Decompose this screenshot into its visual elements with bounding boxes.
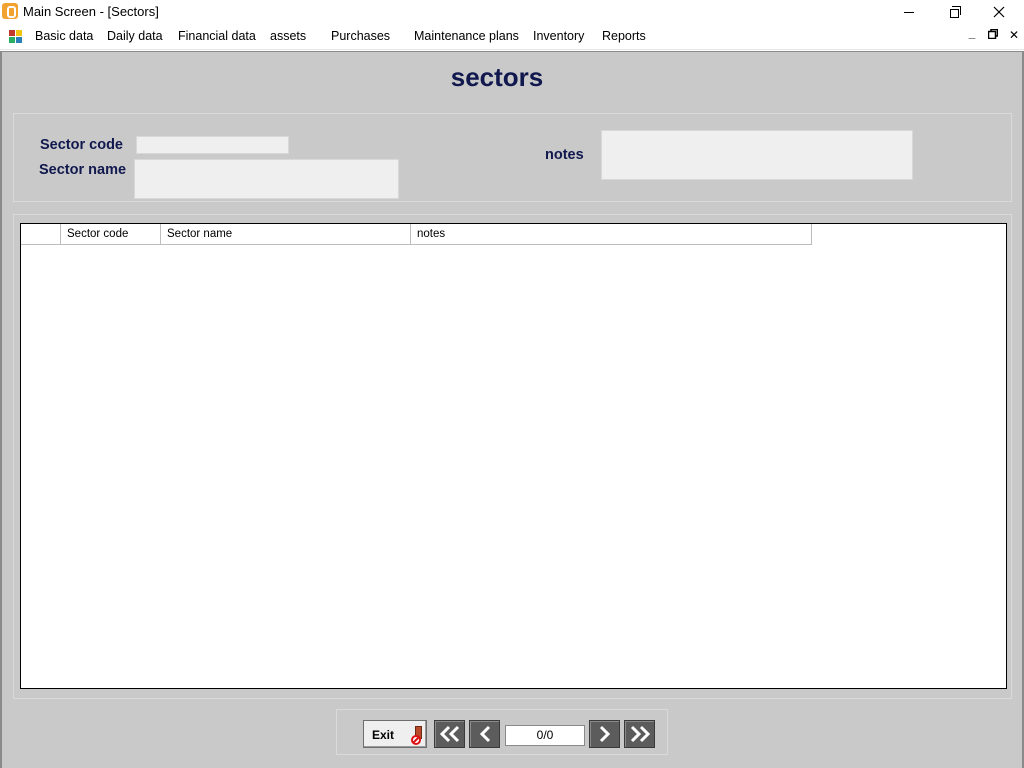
mdi-minimize-button[interactable]: _ (964, 26, 980, 40)
sector-name-label: Sector name (39, 162, 127, 178)
exit-door-icon (411, 726, 425, 746)
minimize-button[interactable] (886, 0, 932, 24)
exit-button[interactable]: Exit (363, 720, 427, 748)
mdi-close-button[interactable]: ✕ (1006, 28, 1022, 42)
sectors-form: sectors Sector code Sector name notes Se… (0, 51, 1024, 768)
mdi-app-icon[interactable] (9, 30, 23, 44)
sectors-grid[interactable]: Sector code Sector name notes (20, 223, 1007, 689)
notes-label: notes (545, 147, 584, 163)
record-position[interactable]: 0/0 (505, 725, 585, 746)
column-sector-code[interactable]: Sector code (61, 224, 161, 244)
menu-financial-data[interactable]: Financial data (178, 29, 256, 43)
next-record-button[interactable] (589, 720, 620, 748)
mdi-restore-button[interactable] (985, 28, 1001, 42)
restore-icon (987, 28, 999, 40)
exit-label: Exit (372, 728, 395, 742)
menu-reports[interactable]: Reports (602, 29, 646, 43)
first-record-button[interactable] (434, 720, 465, 748)
chevron-right-icon (599, 725, 610, 743)
app-icon[interactable] (2, 3, 18, 19)
page-title: sectors (450, 62, 544, 92)
menu-purchases[interactable]: Purchases (331, 29, 390, 43)
column-notes[interactable]: notes (411, 224, 811, 244)
restore-button[interactable] (931, 0, 977, 24)
sector-code-field[interactable] (136, 136, 289, 154)
navigator-panel: Exit 0/0 (336, 709, 668, 755)
double-chevron-left-icon (439, 725, 459, 743)
chevron-left-icon (479, 725, 490, 743)
menu-maintenance-plans[interactable]: Maintenance plans (414, 29, 519, 43)
menu-basic-data[interactable]: Basic data (35, 29, 93, 43)
grid-group: Sector code Sector name notes (13, 214, 1012, 699)
sector-name-field[interactable] (134, 159, 399, 199)
window-title: Main Screen - [Sectors] (23, 4, 159, 19)
input-group: Sector code Sector name notes (13, 113, 1012, 202)
grid-header: Sector code Sector name notes (21, 224, 812, 245)
close-button[interactable] (976, 0, 1022, 24)
menu-daily-data[interactable]: Daily data (107, 29, 163, 43)
column-sector-name[interactable]: Sector name (161, 224, 411, 244)
last-record-button[interactable] (624, 720, 655, 748)
notes-field[interactable] (601, 130, 913, 180)
menu-inventory[interactable]: Inventory (533, 29, 584, 43)
restore-icon (949, 5, 961, 18)
double-chevron-right-icon (630, 725, 650, 743)
sector-code-label: Sector code (40, 137, 123, 153)
previous-record-button[interactable] (469, 720, 500, 748)
menu-bar: Basic data Daily data Financial data ass… (0, 24, 1024, 50)
row-header-column[interactable] (21, 224, 61, 244)
close-icon (993, 6, 1005, 18)
minimize-icon (904, 11, 914, 13)
menu-assets[interactable]: assets (270, 29, 306, 43)
title-bar: Main Screen - [Sectors] (0, 0, 1024, 24)
